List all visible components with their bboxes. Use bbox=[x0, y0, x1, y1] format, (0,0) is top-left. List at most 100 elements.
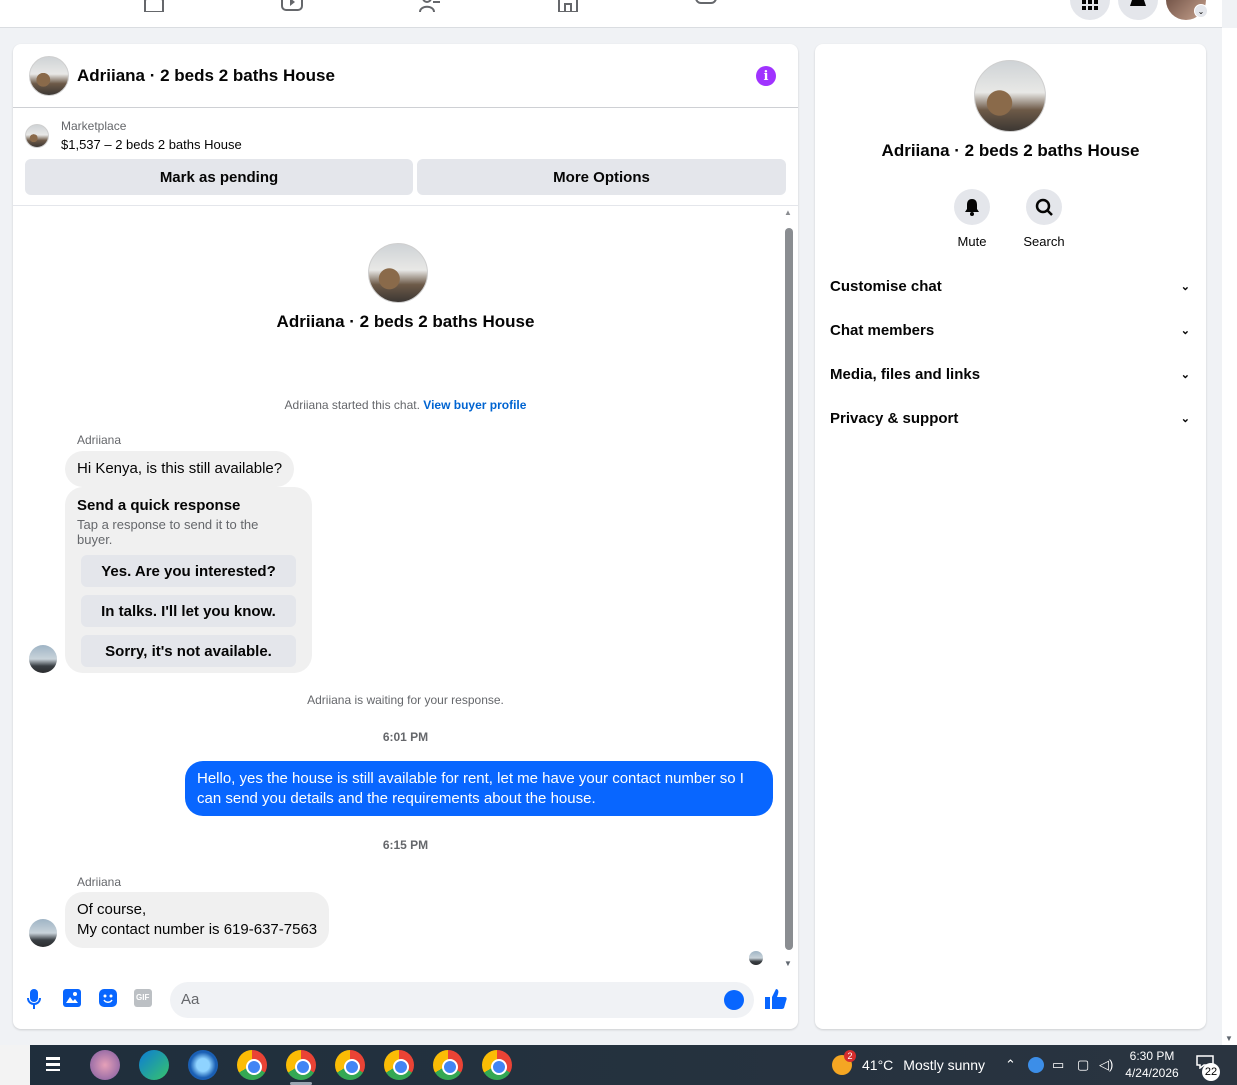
meet-icon[interactable]: ▢ bbox=[1077, 1057, 1089, 1073]
thumbs-up-icon[interactable] bbox=[765, 988, 787, 1009]
quick-response-card: Send a quick response Tap a response to … bbox=[65, 487, 312, 673]
windows-taskbar: 2 41°C Mostly sunny ⌃ ▭ ▢ ◁) 6:30 PM 4/2… bbox=[0, 1045, 1237, 1085]
network-icon[interactable]: ▭ bbox=[1052, 1057, 1064, 1073]
microphone-icon[interactable] bbox=[27, 989, 47, 1009]
chat-panel: Adriiana · 2 beds 2 baths House i Market… bbox=[13, 44, 798, 1029]
volume-icon[interactable]: ◁) bbox=[1099, 1057, 1113, 1073]
system-clock[interactable]: 6:30 PM 4/24/2026 bbox=[1120, 1048, 1184, 1082]
chevron-down-icon: ⌄ bbox=[1180, 412, 1190, 425]
video-icon[interactable] bbox=[280, 0, 306, 12]
chevron-down-icon: ⌄ bbox=[1194, 4, 1208, 18]
weather-description: Mostly sunny bbox=[903, 1057, 985, 1073]
side-listing-name: Adriiana · 2 beds 2 baths House bbox=[881, 141, 1140, 160]
edge-browser-icon[interactable] bbox=[139, 1050, 169, 1080]
quick-response-subtitle: Tap a response to send it to the buyer. bbox=[77, 517, 259, 547]
mark-as-pending-button[interactable]: Mark as pending bbox=[25, 159, 413, 195]
friends-icon[interactable] bbox=[418, 0, 444, 13]
notifications-bell-icon[interactable] bbox=[1118, 0, 1158, 20]
info-icon[interactable]: i bbox=[756, 66, 776, 86]
chat-title[interactable]: Adriiana · 2 beds 2 baths House bbox=[77, 66, 335, 86]
buyer-avatar[interactable] bbox=[29, 645, 57, 673]
section-label: Media, files and links bbox=[830, 365, 981, 383]
chevron-up-icon[interactable]: ⌃ bbox=[1005, 1057, 1016, 1073]
section-label: Chat members bbox=[830, 321, 935, 339]
quick-response-yes-button[interactable]: Yes. Are you interested? bbox=[81, 555, 296, 587]
message-input[interactable]: Aa bbox=[170, 982, 754, 1018]
copilot-sparkle-icon[interactable] bbox=[0, 1045, 30, 1085]
section-privacy-support[interactable]: Privacy & support ⌄ bbox=[830, 396, 1190, 440]
marketplace-icon[interactable] bbox=[556, 0, 582, 13]
clock-date: 4/24/2026 bbox=[1125, 1066, 1179, 1080]
incoming-message[interactable]: Hi Kenya, is this still available? bbox=[65, 451, 295, 487]
marketplace-label: Marketplace bbox=[61, 119, 127, 133]
page-scrollbar[interactable]: ▼ bbox=[1222, 28, 1237, 1045]
intro-name: Adriiana · 2 beds 2 baths House bbox=[276, 312, 535, 331]
account-avatar[interactable]: ⌄ bbox=[1166, 0, 1208, 20]
seen-receipt-avatar bbox=[749, 951, 763, 965]
notification-center-icon[interactable]: 22 bbox=[1196, 1055, 1220, 1081]
sticker-icon[interactable] bbox=[99, 989, 119, 1009]
tray-app-icon[interactable] bbox=[1028, 1057, 1044, 1073]
scroll-down-arrow-icon[interactable]: ▼ bbox=[1225, 1034, 1233, 1043]
message-input-placeholder: Aa bbox=[181, 991, 200, 1008]
task-view-icon[interactable] bbox=[44, 1055, 62, 1078]
view-buyer-profile-link[interactable]: View buyer profile bbox=[423, 398, 526, 412]
chrome-icon[interactable] bbox=[237, 1050, 267, 1080]
chrome-icon[interactable] bbox=[482, 1050, 512, 1080]
incoming-message[interactable]: Of course, My contact number is 619-637-… bbox=[65, 892, 330, 948]
message-composer: GIF Aa bbox=[13, 980, 798, 1020]
chrome-icon[interactable] bbox=[335, 1050, 365, 1080]
chevron-down-icon: ⌄ bbox=[1180, 280, 1190, 293]
search-label: Search bbox=[1023, 234, 1065, 249]
bell-icon[interactable] bbox=[954, 189, 990, 225]
mute-button[interactable]: Mute bbox=[932, 189, 1012, 249]
more-options-button[interactable]: More Options bbox=[417, 159, 786, 195]
section-customise-chat[interactable]: Customise chat ⌄ bbox=[830, 264, 1190, 308]
section-media-files-links[interactable]: Media, files and links ⌄ bbox=[830, 352, 1190, 396]
listing-avatar[interactable] bbox=[29, 55, 69, 96]
weather-widget[interactable]: 2 41°C Mostly sunny bbox=[832, 1050, 985, 1075]
gif-icon[interactable]: GIF bbox=[134, 989, 154, 1009]
buyer-avatar[interactable] bbox=[29, 919, 57, 947]
section-chat-members[interactable]: Chat members ⌄ bbox=[830, 308, 1190, 352]
chat-started-notice: Adriiana started this chat. View buyer p… bbox=[13, 398, 798, 412]
chat-header: Adriiana · 2 beds 2 baths House i bbox=[13, 44, 798, 108]
listing-thumbnail[interactable] bbox=[25, 123, 49, 148]
clock-time: 6:30 PM bbox=[1129, 1049, 1175, 1063]
message-line: Of course, bbox=[77, 901, 147, 918]
waiting-notice: Adriiana is waiting for your response. bbox=[307, 693, 504, 707]
app-icon[interactable] bbox=[188, 1050, 218, 1080]
top-navigation: ⌄ bbox=[0, 0, 1222, 28]
chevron-down-icon: ⌄ bbox=[1180, 324, 1190, 337]
section-label: Privacy & support bbox=[830, 409, 959, 427]
message-sender: Adriiana bbox=[77, 875, 122, 889]
app-icon[interactable] bbox=[90, 1050, 120, 1080]
chevron-down-icon: ⌄ bbox=[1180, 368, 1190, 381]
message-line: My contact number is 619-637-7563 bbox=[77, 921, 318, 938]
search-button[interactable]: Search bbox=[1004, 189, 1084, 249]
chat-info-panel: Adriiana · 2 beds 2 baths House Mute Sea… bbox=[815, 44, 1206, 1029]
gaming-icon[interactable] bbox=[694, 0, 720, 12]
weather-sun-icon: 2 bbox=[832, 1050, 856, 1075]
weather-badge: 2 bbox=[844, 1050, 856, 1062]
listing-price-title[interactable]: $1,537 – 2 beds 2 baths House bbox=[61, 137, 242, 152]
notification-count: 22 bbox=[1202, 1063, 1220, 1081]
intro-listing-avatar bbox=[368, 243, 428, 303]
outgoing-message[interactable]: Hello, yes the house is still available … bbox=[185, 761, 773, 816]
quick-response-in-talks-button[interactable]: In talks. I'll let you know. bbox=[81, 595, 296, 627]
home-icon[interactable] bbox=[142, 0, 168, 13]
chrome-icon[interactable] bbox=[433, 1050, 463, 1080]
menu-grid-icon[interactable] bbox=[1070, 0, 1110, 20]
search-icon[interactable] bbox=[1026, 189, 1062, 225]
gif-label: GIF bbox=[136, 993, 150, 1002]
chrome-icon[interactable] bbox=[286, 1050, 316, 1080]
listing-profile-avatar[interactable] bbox=[974, 60, 1046, 132]
scroll-down-arrow-icon[interactable]: ▼ bbox=[784, 959, 792, 968]
emoji-icon[interactable] bbox=[724, 990, 744, 1010]
chrome-icon[interactable] bbox=[384, 1050, 414, 1080]
mute-label: Mute bbox=[957, 234, 987, 249]
scroll-up-arrow-icon[interactable]: ▲ bbox=[784, 208, 792, 217]
chat-started-text: Adriiana started this chat. bbox=[284, 398, 420, 412]
photo-icon[interactable] bbox=[63, 989, 83, 1009]
quick-response-not-available-button[interactable]: Sorry, it's not available. bbox=[81, 635, 296, 667]
